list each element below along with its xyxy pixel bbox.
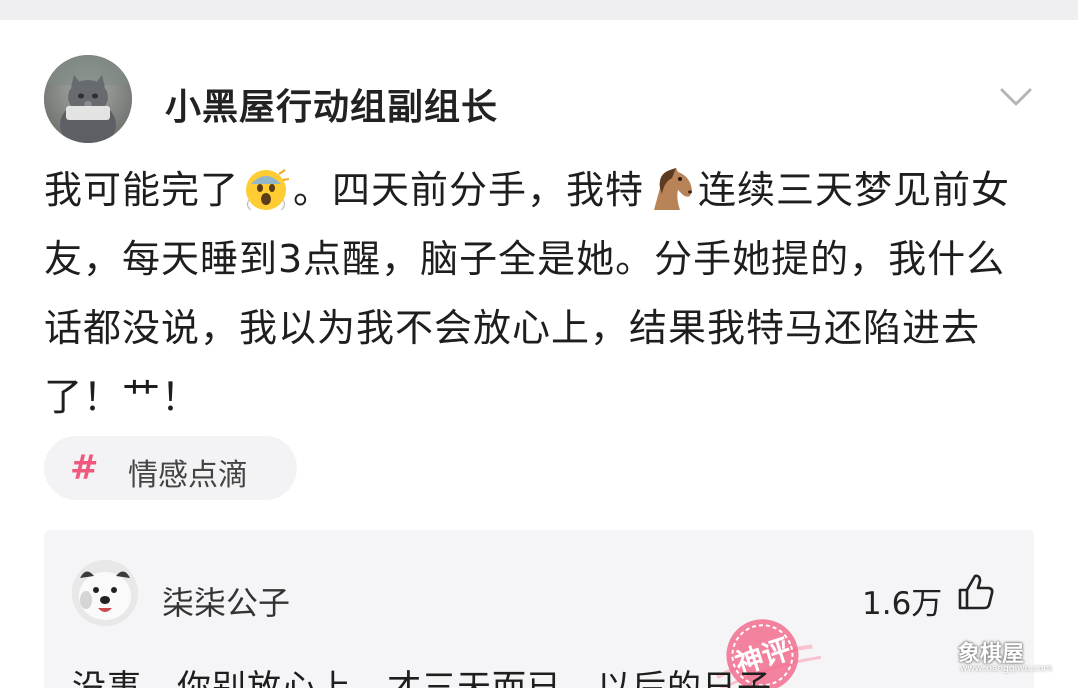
- commenter-name[interactable]: 柒柒公子: [162, 578, 290, 624]
- hash-icon: #: [70, 448, 99, 488]
- post-card: 小黑屋行动组副组长 我可能完了 。四天前分手，我特 连续三天梦见前女友，每天睡到…: [0, 20, 1078, 688]
- top-comment[interactable]: 柒柒公子 神评 1.6万 没事，你别放心上，才三天而已，以后的日子: [44, 530, 1034, 688]
- cat-avatar-image: [44, 55, 132, 143]
- like-count: 1.6万: [862, 586, 943, 622]
- watermark-url: www.xiangqiwu.com: [960, 664, 1053, 674]
- horse-emoji-icon: [654, 167, 693, 210]
- top-strip: [0, 0, 1078, 20]
- post-text: 我可能完了 。四天前分手，我特 连续三天梦见前女友，每天睡到3点醒，脑子全是她。…: [44, 156, 1034, 432]
- topic-label: 情感点滴: [128, 458, 248, 493]
- post-text-part-2: 。四天前分手，我特: [293, 168, 645, 212]
- chevron-down-icon[interactable]: [996, 82, 1036, 112]
- post-text-part-1: 我可能完了: [44, 168, 240, 212]
- watermark-logo: 象棋屋 www.xiangqiwu.com: [958, 636, 1068, 680]
- topic-tag[interactable]: # 情感点滴: [44, 436, 297, 500]
- author-avatar[interactable]: [44, 55, 132, 143]
- scared-face-emoji-icon: [246, 168, 290, 210]
- author-name[interactable]: 小黑屋行动组副组长: [165, 78, 498, 130]
- comment-text: 没事，你别放心上，才三天而已，以后的日子: [72, 668, 772, 688]
- screen: 小黑屋行动组副组长 我可能完了 。四天前分手，我特 连续三天梦见前女友，每天睡到…: [0, 0, 1078, 688]
- commenter-avatar[interactable]: [72, 560, 138, 626]
- dog-avatar-image: [72, 560, 138, 626]
- thumbs-up-icon[interactable]: [956, 572, 996, 612]
